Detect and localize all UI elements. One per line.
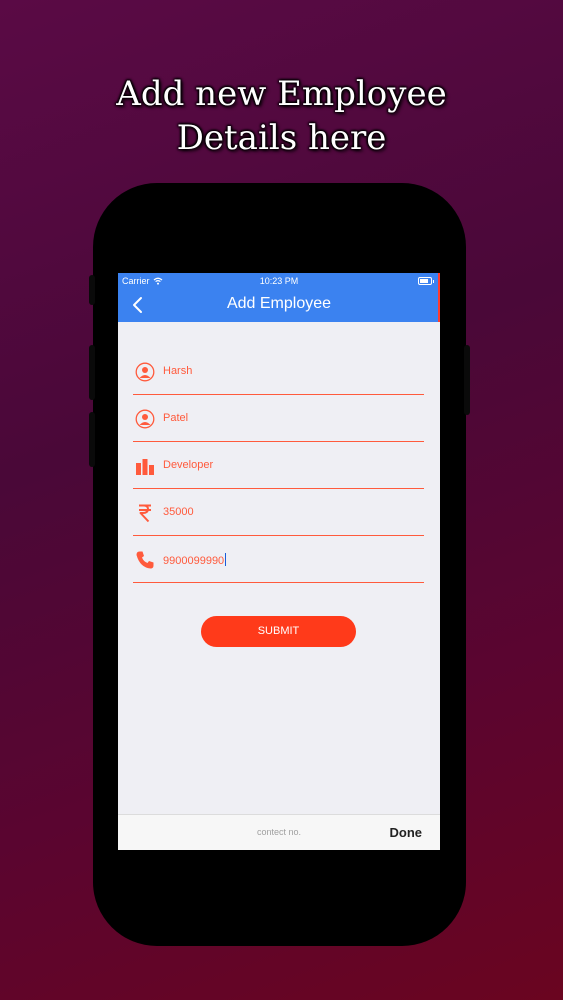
done-button[interactable]: Done <box>390 825 423 840</box>
promo-line-1: Add new Employee <box>116 74 447 114</box>
contact-field[interactable]: 9900099990 <box>133 538 424 583</box>
phone-volume-down <box>89 412 95 467</box>
text-cursor <box>225 553 227 566</box>
promo-line-2: Details here <box>176 118 387 158</box>
building-icon <box>136 459 154 475</box>
navigation-bar: Carrier 10:23 PM Add Employee <box>118 273 440 322</box>
first-name-value: Harsh <box>163 365 193 377</box>
phone-power-button <box>464 345 470 415</box>
first-name-field[interactable]: Harsh <box>133 350 424 395</box>
status-time: 10:23 PM <box>259 276 299 286</box>
keyboard-toolbar: contect no. Done <box>118 814 440 850</box>
salary-value: 35000 <box>163 506 194 518</box>
last-name-value: Patel <box>163 412 189 424</box>
designation-field[interactable]: Developer <box>133 444 424 489</box>
rupee-icon <box>139 504 151 523</box>
battery-icon <box>418 277 434 285</box>
promo-headline: Add new Employee Details here <box>0 72 563 160</box>
phone-volume-up <box>89 345 95 400</box>
accent-strip <box>438 273 440 322</box>
app-screen: Carrier 10:23 PM Add Employee Harsh Pate… <box>118 273 440 850</box>
contact-value: 9900099990 <box>163 555 225 567</box>
status-bar: Carrier 10:23 PM <box>118 273 440 289</box>
user-icon <box>135 409 155 429</box>
phone-mute-switch <box>89 275 95 305</box>
salary-field[interactable]: 35000 <box>133 491 424 536</box>
phone-icon <box>136 551 154 569</box>
user-icon <box>135 362 155 382</box>
designation-value: Developer <box>163 459 214 471</box>
last-name-field[interactable]: Patel <box>133 397 424 442</box>
page-title: Add Employee <box>226 295 332 312</box>
submit-button[interactable]: SUBMIT <box>201 616 356 647</box>
